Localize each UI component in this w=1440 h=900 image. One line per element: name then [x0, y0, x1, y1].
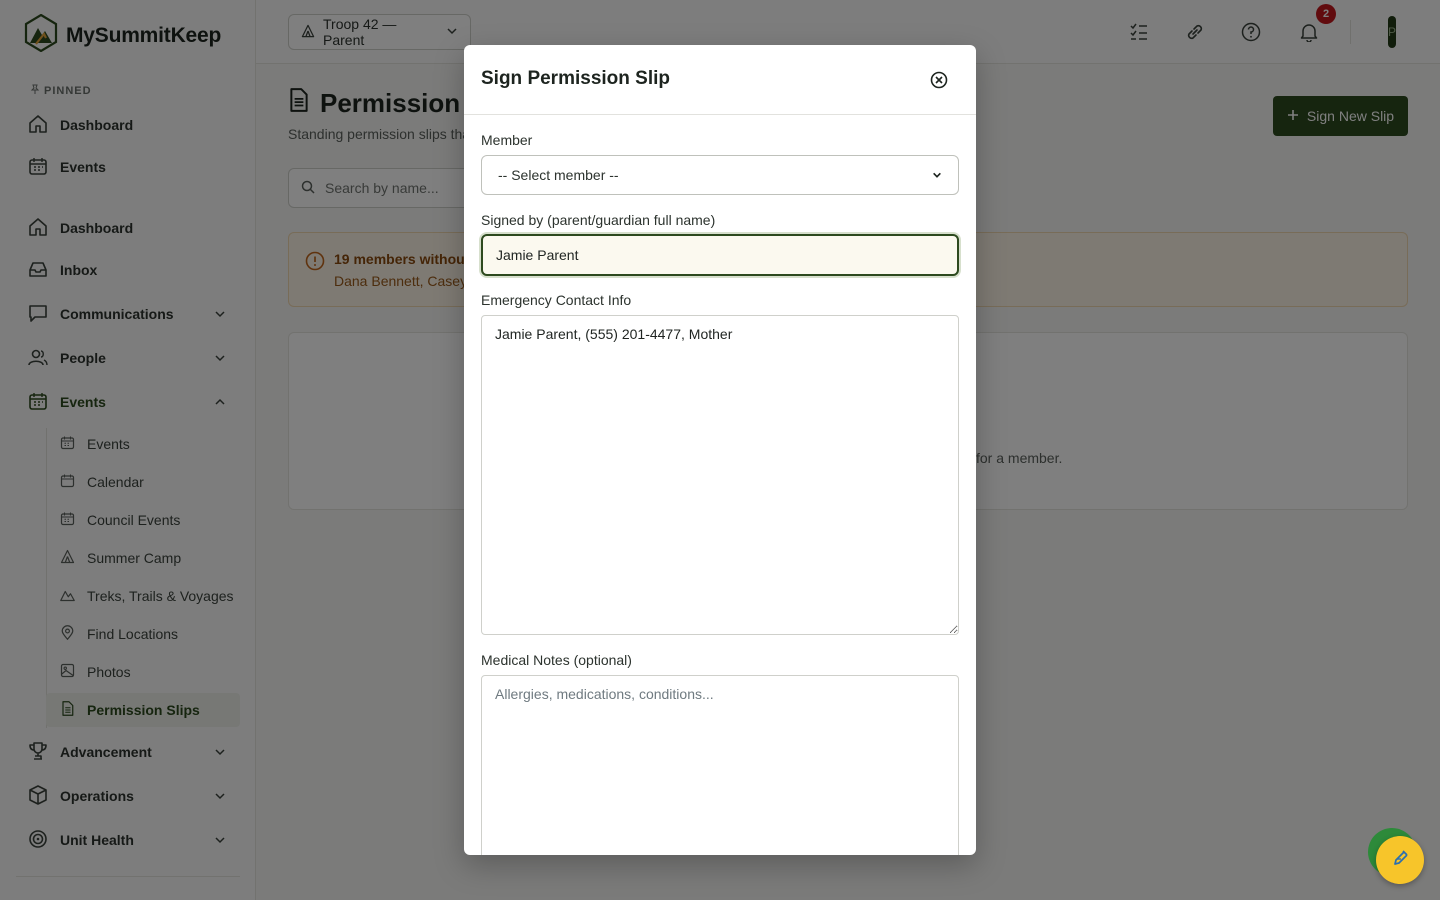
- emergency-contact-label: Emergency Contact Info: [481, 292, 632, 308]
- signed-by-input[interactable]: [481, 234, 959, 276]
- member-select-value: -- Select member --: [498, 167, 619, 183]
- test-tube-icon: [1391, 849, 1409, 872]
- chevron-down-icon: [932, 167, 942, 183]
- signed-by-label: Signed by (parent/guardian full name): [481, 212, 716, 228]
- modal-title: Sign Permission Slip: [481, 68, 670, 89]
- close-icon[interactable]: [928, 69, 950, 91]
- member-label: Member: [481, 132, 533, 148]
- emergency-contact-textarea[interactable]: Jamie Parent, (555) 201-4477, Mother: [481, 315, 959, 635]
- medical-notes-label: Medical Notes (optional): [481, 652, 632, 668]
- sign-permission-slip-modal: Sign Permission Slip Member -- Select me…: [464, 45, 976, 855]
- modal-header: Sign Permission Slip: [464, 45, 976, 115]
- member-select[interactable]: -- Select member --: [481, 155, 959, 195]
- medical-notes-textarea[interactable]: [481, 675, 959, 855]
- test-tube-fab-button[interactable]: [1376, 836, 1424, 884]
